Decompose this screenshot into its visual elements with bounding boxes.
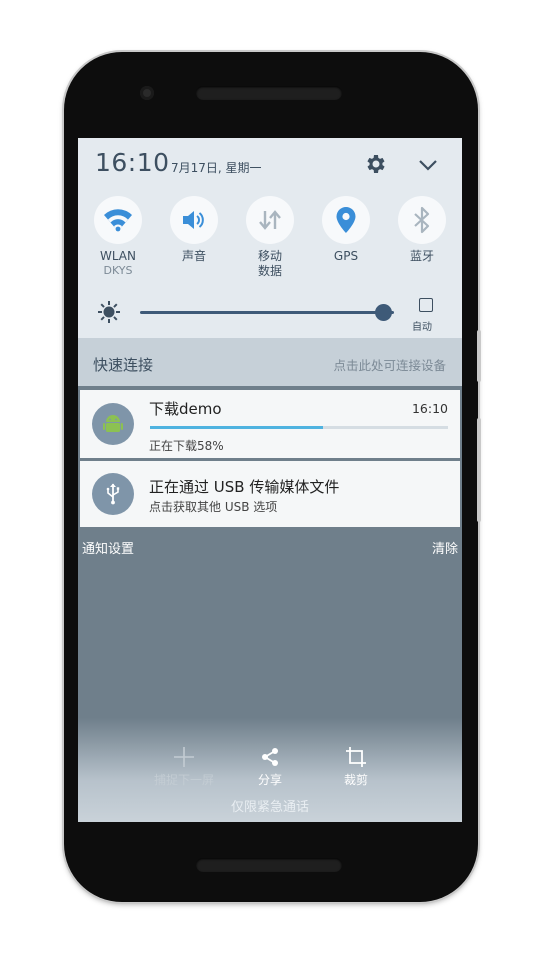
tile-label: GPS (333, 249, 359, 263)
crop-button[interactable]: 裁剪 (316, 746, 396, 788)
auto-brightness-checkbox[interactable] (419, 298, 433, 312)
wifi-icon (104, 209, 132, 232)
tile-sound[interactable]: 声音 (164, 196, 224, 264)
volume-button (477, 330, 481, 382)
quick-connect-title: 快速连接 (93, 356, 154, 374)
tile-wlan[interactable]: WLAN DKYS (88, 196, 148, 277)
quick-settings-panel: 16:10 7月17日, 星期一 WLAN DKYS 声音 移动 数据 GPS … (78, 138, 462, 338)
action-label: 分享 (257, 773, 282, 787)
notification-title: 下载demo (149, 400, 222, 418)
notification-time: 16:10 (411, 401, 448, 416)
action-label: 裁剪 (343, 773, 368, 787)
location-icon (336, 207, 356, 233)
tile-sub: 数据 (257, 264, 282, 278)
date: 7月17日, 星期一 (171, 161, 262, 175)
brightness-slider-handle[interactable] (375, 304, 393, 321)
mobile-data-icon (259, 210, 281, 230)
power-button (477, 418, 481, 522)
app-avatar (92, 473, 134, 515)
plus-icon (174, 747, 194, 767)
tile-sub: DKYS (103, 264, 133, 277)
gear-icon[interactable] (364, 152, 388, 176)
share-icon (262, 748, 278, 766)
brightness-slider[interactable] (140, 311, 394, 314)
usb-icon (106, 483, 120, 505)
tile-label: WLAN (99, 249, 136, 263)
tile-bluetooth[interactable]: 蓝牙 (392, 196, 452, 264)
app-avatar (92, 403, 134, 445)
front-camera (140, 86, 154, 100)
notification-settings-button[interactable]: 通知设置 (82, 538, 134, 557)
tile-label: 移动 (257, 249, 282, 263)
share-button[interactable]: 分享 (230, 746, 310, 788)
tile-gps[interactable]: GPS (316, 196, 376, 264)
notification-usb[interactable]: 正在通过 USB 传输媒体文件 点击获取其他 USB 选项 (80, 461, 460, 527)
tile-label: 蓝牙 (409, 249, 434, 263)
chevron-down-icon[interactable] (416, 153, 440, 177)
quick-connect-bar[interactable]: 快速连接 点击此处可连接设备 (78, 338, 462, 386)
capture-next-screen-button[interactable]: 捕捉下一屏 (144, 746, 224, 788)
emergency-calls-only: 仅限紧急通话 (230, 800, 309, 815)
android-icon (103, 415, 123, 432)
download-progress-bar (150, 426, 448, 429)
bottom-speaker (196, 858, 342, 872)
notification-title: 正在通过 USB 传输媒体文件 (149, 478, 340, 496)
auto-brightness-label: 自动 (412, 322, 432, 333)
clock: 16:10 (95, 148, 170, 177)
brightness-icon (98, 301, 120, 323)
action-label: 捕捉下一屏 (153, 773, 214, 787)
download-progress-fill (150, 426, 323, 429)
top-speaker (196, 86, 342, 100)
notification-download[interactable]: 下载demo 16:10 正在下载58% (80, 390, 460, 458)
notification-subtext: 正在下载58% (149, 439, 224, 453)
tile-mobile-data[interactable]: 移动 数据 (240, 196, 300, 279)
bluetooth-icon (414, 206, 430, 234)
clear-all-button[interactable]: 清除 (432, 538, 458, 557)
crop-icon (346, 747, 366, 767)
quick-connect-hint: 点击此处可连接设备 (333, 358, 446, 373)
volume-icon (183, 211, 204, 229)
notification-shade: 16:10 7月17日, 星期一 WLAN DKYS 声音 移动 数据 GPS … (78, 138, 462, 822)
tile-label: 声音 (181, 249, 206, 263)
notification-subtext: 点击获取其他 USB 选项 (149, 500, 278, 514)
